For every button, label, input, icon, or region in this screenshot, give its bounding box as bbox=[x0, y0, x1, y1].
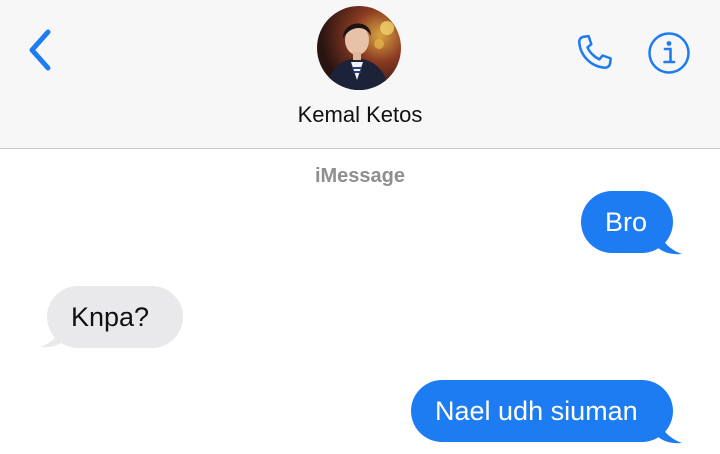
call-button[interactable] bbox=[570, 28, 618, 78]
contact-name[interactable]: Kemal Ketos bbox=[0, 102, 720, 128]
avatar[interactable] bbox=[317, 6, 401, 90]
phone-icon bbox=[577, 34, 612, 70]
info-icon bbox=[648, 32, 690, 74]
conversation-header: Kemal Ketos bbox=[0, 0, 720, 149]
info-button[interactable] bbox=[647, 31, 691, 75]
service-label: iMessage bbox=[314, 165, 406, 187]
back-button[interactable] bbox=[22, 28, 58, 72]
message-bubble-sent[interactable]: Bro bbox=[581, 191, 673, 253]
message-bubble-received[interactable]: Knpa? bbox=[47, 286, 183, 348]
chevron-left-icon bbox=[29, 29, 51, 71]
avatar-photo bbox=[317, 6, 401, 90]
message-bubble-sent[interactable]: Nael udh siuman bbox=[411, 380, 673, 442]
